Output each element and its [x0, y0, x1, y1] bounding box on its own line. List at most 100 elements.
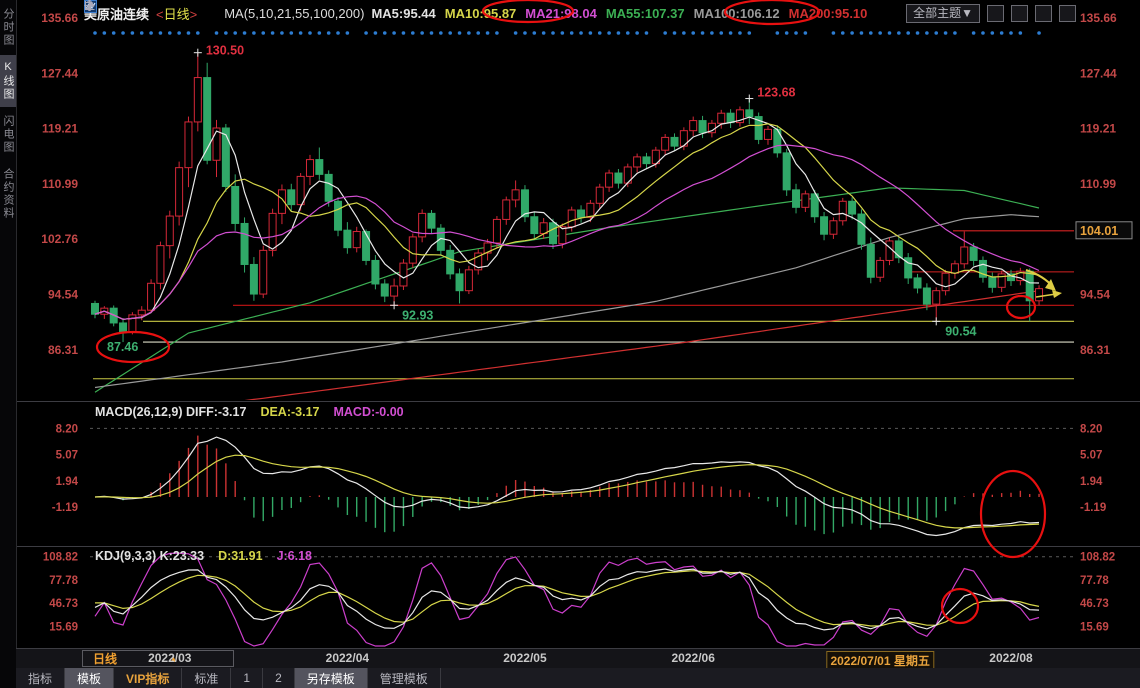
event-dot — [346, 31, 350, 35]
event-dot — [729, 31, 733, 35]
candle-body — [288, 190, 295, 205]
candle-body — [241, 223, 248, 264]
toolbar-item-模板[interactable]: 模板 — [65, 668, 114, 688]
event-dot — [953, 31, 957, 35]
left-axis-label: 86.31 — [48, 343, 78, 357]
kdj-k-line — [95, 569, 1039, 630]
candle-body — [839, 201, 846, 220]
macd-axis-label: -1.19 — [52, 502, 78, 514]
candle-body — [531, 217, 538, 234]
kdj-axis-label: 46.73 — [1080, 598, 1109, 610]
kdj-header-part: KDJ(9,3,3) K:23.33 — [95, 549, 204, 563]
page-forward-icon[interactable] — [1059, 5, 1076, 22]
macd-header-part: MACD:-0.00 — [333, 405, 403, 419]
candle-body — [951, 264, 958, 273]
sidebar-tab-K线图[interactable]: K线图 — [0, 55, 16, 107]
candle-body — [596, 187, 603, 203]
candle-body — [690, 121, 697, 131]
candle-body — [148, 283, 155, 310]
toolbar-item-1[interactable]: 1 — [231, 668, 263, 688]
ma-settings: MA(5,10,21,55,100,200) — [224, 6, 364, 21]
expand-bars-icon[interactable] — [1035, 5, 1052, 22]
sidebar-tab-分时图[interactable]: 分时图 — [0, 2, 16, 53]
event-dot — [1000, 31, 1004, 35]
event-dot — [299, 31, 303, 35]
toolbar-item-管理模板[interactable]: 管理模板 — [368, 668, 441, 688]
candle-body — [269, 213, 276, 250]
candle-body — [297, 176, 304, 204]
extreme-price-label: 87.46 — [107, 340, 138, 354]
candle-body — [886, 241, 893, 260]
candle-body — [821, 217, 828, 234]
left-axis-label: 102.76 — [41, 232, 78, 246]
candle-body — [409, 237, 416, 263]
candle-body — [727, 113, 734, 122]
event-dot — [850, 31, 854, 35]
candle-body — [783, 153, 790, 190]
candle-body — [250, 264, 257, 294]
candle-body — [363, 232, 370, 261]
event-dot — [374, 31, 378, 35]
event-dot — [906, 31, 910, 35]
event-dot — [93, 31, 97, 35]
period-label: <日线> — [156, 4, 197, 23]
macd-axis-label: 8.20 — [1080, 423, 1102, 435]
candle-body — [260, 250, 267, 294]
left-axis-label: 94.54 — [48, 287, 78, 301]
event-dot — [131, 31, 135, 35]
fit-chart-icon[interactable] — [987, 5, 1004, 22]
candle-body — [129, 315, 136, 332]
event-dot — [561, 31, 565, 35]
event-dot — [598, 31, 602, 35]
candle-body — [400, 263, 407, 286]
event-dot — [364, 31, 368, 35]
candle-body — [867, 244, 874, 277]
left-sidebar: 分时图 K线图闪电图合约资料 — [0, 0, 17, 688]
kdj-header: KDJ(9,3,3) K:23.33D:31.91J:6.18 — [95, 549, 312, 563]
event-dot — [579, 31, 583, 35]
event-dot — [168, 31, 172, 35]
event-dot — [402, 31, 406, 35]
toolbar-item-另存模板[interactable]: 另存模板 — [295, 668, 368, 688]
macd-axis-label: 5.07 — [1080, 450, 1102, 462]
toolbar-item-VIP指标[interactable]: VIP指标 — [114, 668, 182, 688]
event-dot — [981, 31, 985, 35]
event-dot — [944, 31, 948, 35]
left-axis-label: 119.21 — [42, 122, 78, 136]
event-dot — [495, 31, 499, 35]
toolbar-item-指标[interactable]: 指标 — [16, 668, 65, 688]
sidebar-tab-合约资料[interactable]: 合约资料 — [0, 162, 16, 226]
event-dot — [710, 31, 714, 35]
event-dot — [420, 31, 424, 35]
event-dot — [673, 31, 677, 35]
toolbar-item-2[interactable]: 2 — [263, 668, 295, 688]
event-dot — [701, 31, 705, 35]
theme-dropdown-button[interactable]: 全部主题▼ — [906, 4, 980, 23]
event-dot — [327, 31, 331, 35]
right-axis-label: 135.66 — [1080, 11, 1117, 25]
event-dot — [682, 31, 686, 35]
event-dot — [869, 31, 873, 35]
ma-value: MA55:107.37 — [606, 6, 685, 21]
left-axis-label: 127.44 — [41, 66, 78, 80]
toolbar-item-标准[interactable]: 标准 — [182, 668, 231, 688]
event-dot — [1037, 31, 1041, 35]
candle-body — [325, 174, 332, 201]
kdj-axis-label: 77.78 — [49, 575, 78, 587]
app-window: 130.50123.6892.9390.5487.46135.66127.441… — [0, 0, 1140, 688]
kdj-axis-label: 15.69 — [49, 621, 78, 633]
candle-body — [222, 128, 229, 186]
event-dot — [467, 31, 471, 35]
event-dot — [159, 31, 163, 35]
event-dot — [860, 31, 864, 35]
shrink-bars-icon[interactable] — [1011, 5, 1028, 22]
event-dot — [140, 31, 144, 35]
sidebar-tab-闪电图[interactable]: 闪电图 — [0, 109, 16, 160]
right-axis-label: 110.99 — [1080, 177, 1116, 191]
right-axis-label: 94.54 — [1080, 287, 1110, 301]
chart-canvas[interactable]: 130.50123.6892.9390.5487.46135.66127.441… — [0, 0, 1140, 688]
event-dot — [289, 31, 293, 35]
macd-axis-label: 1.94 — [1080, 476, 1103, 488]
candle-body — [456, 274, 463, 291]
candle-body — [92, 303, 99, 314]
